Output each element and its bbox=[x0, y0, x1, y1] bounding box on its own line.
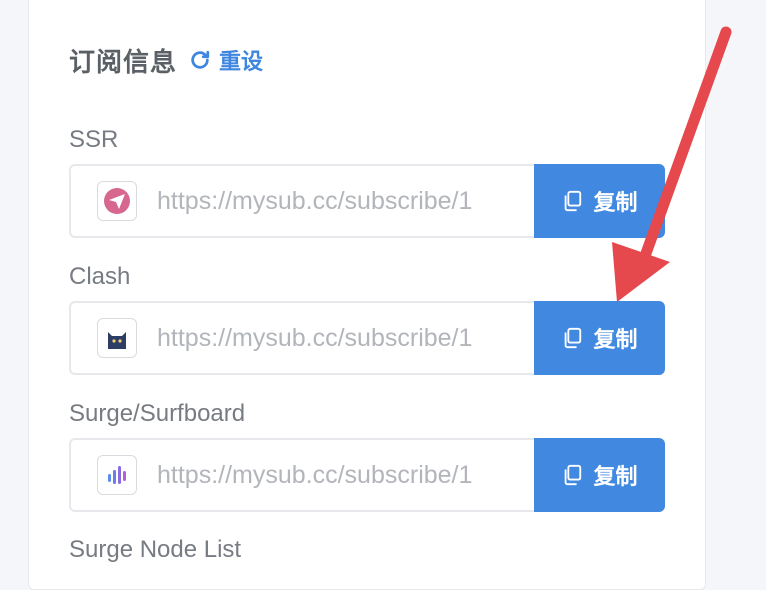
copy-icon bbox=[565, 464, 582, 486]
copy-label: 复制 bbox=[593, 327, 638, 352]
url-text-clash: https://mysub.cc/subscribe/1 bbox=[157, 323, 473, 352]
copy-button-clash[interactable]: 复制 bbox=[534, 301, 665, 375]
paper-plane-icon bbox=[97, 181, 137, 221]
url-field-surge[interactable]: https://mysub.cc/subscribe/1 bbox=[69, 438, 534, 512]
copy-button-ssr[interactable]: 复制 bbox=[534, 164, 665, 238]
refresh-icon bbox=[191, 50, 210, 69]
section-label-clash: Clash bbox=[69, 263, 131, 290]
section-label-surge-node-list: Surge Node List bbox=[69, 536, 242, 563]
waveform-icon bbox=[97, 455, 137, 495]
header: 订阅信息 重设 bbox=[69, 40, 263, 80]
copy-label: 复制 bbox=[593, 190, 638, 215]
section-label-ssr: SSR bbox=[69, 126, 119, 153]
copy-label: 复制 bbox=[593, 464, 638, 489]
url-field-clash[interactable]: https://mysub.cc/subscribe/1 bbox=[69, 301, 534, 375]
reset-button[interactable]: 重设 bbox=[189, 44, 263, 76]
url-field-ssr[interactable]: https://mysub.cc/subscribe/1 bbox=[69, 164, 534, 238]
cat-icon bbox=[97, 318, 137, 358]
copy-button-surge[interactable]: 复制 bbox=[534, 438, 665, 512]
section-label-surge: Surge/Surfboard bbox=[69, 400, 246, 427]
page-title: 订阅信息 bbox=[69, 46, 178, 77]
reset-label: 重设 bbox=[219, 49, 264, 74]
url-row-ssr: https://mysub.cc/subscribe/1 复制 bbox=[69, 164, 665, 238]
url-row-surge: https://mysub.cc/subscribe/1 复制 bbox=[69, 438, 665, 512]
url-row-clash: https://mysub.cc/subscribe/1 复制 bbox=[69, 301, 665, 375]
copy-icon bbox=[565, 327, 582, 349]
copy-icon bbox=[565, 190, 582, 212]
url-text-surge: https://mysub.cc/subscribe/1 bbox=[157, 460, 473, 489]
url-text-ssr: https://mysub.cc/subscribe/1 bbox=[157, 186, 473, 215]
